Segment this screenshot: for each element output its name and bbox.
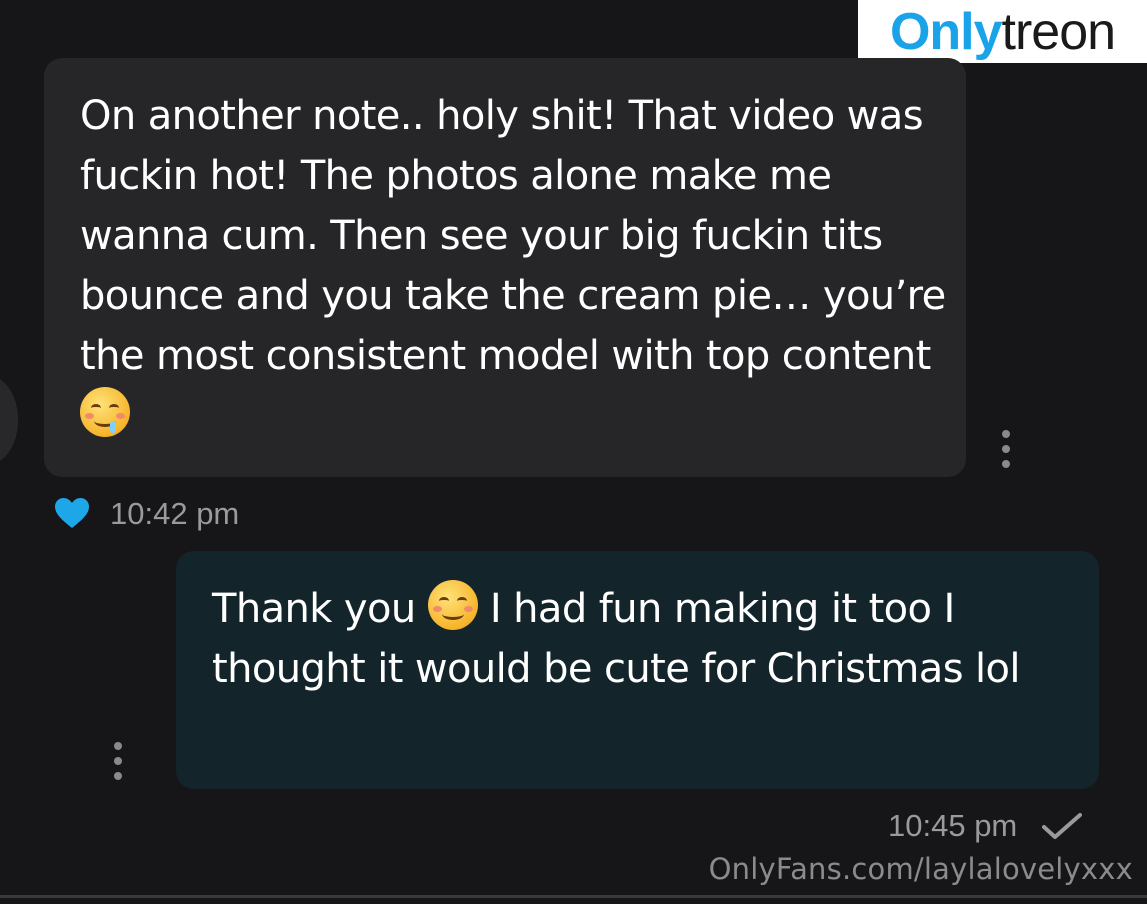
checkmark-icon (1042, 813, 1082, 839)
smiling-face-emoji-icon (427, 580, 478, 630)
divider (0, 895, 1147, 898)
heart-icon[interactable] (54, 497, 90, 529)
drooling-face-emoji-icon (80, 387, 130, 437)
message-timestamp: 10:42 pm (110, 496, 240, 531)
message-text: On another note.. holy shit! That video … (80, 93, 946, 379)
watermark-url: OnlyFans.com/laylalovelyxxx (708, 852, 1133, 886)
message-options-icon[interactable] (113, 742, 123, 780)
message-text: Thank you (212, 586, 428, 632)
logo-part-2: treon (1001, 2, 1117, 61)
incoming-message-bubble[interactable]: On another note.. holy shit! That video … (44, 58, 966, 477)
message-timestamp: 10:45 pm (888, 808, 1018, 843)
logo-part-1: Only (889, 2, 1003, 61)
chat-screen: Only treon On another note.. holy shit! T… (0, 0, 1147, 904)
message-options-icon[interactable] (1001, 430, 1011, 468)
avatar[interactable] (0, 376, 18, 464)
outgoing-message-bubble[interactable]: Thank you I had fun making it too I thou… (176, 551, 1099, 789)
watermark-logo: Only treon (858, 0, 1147, 63)
